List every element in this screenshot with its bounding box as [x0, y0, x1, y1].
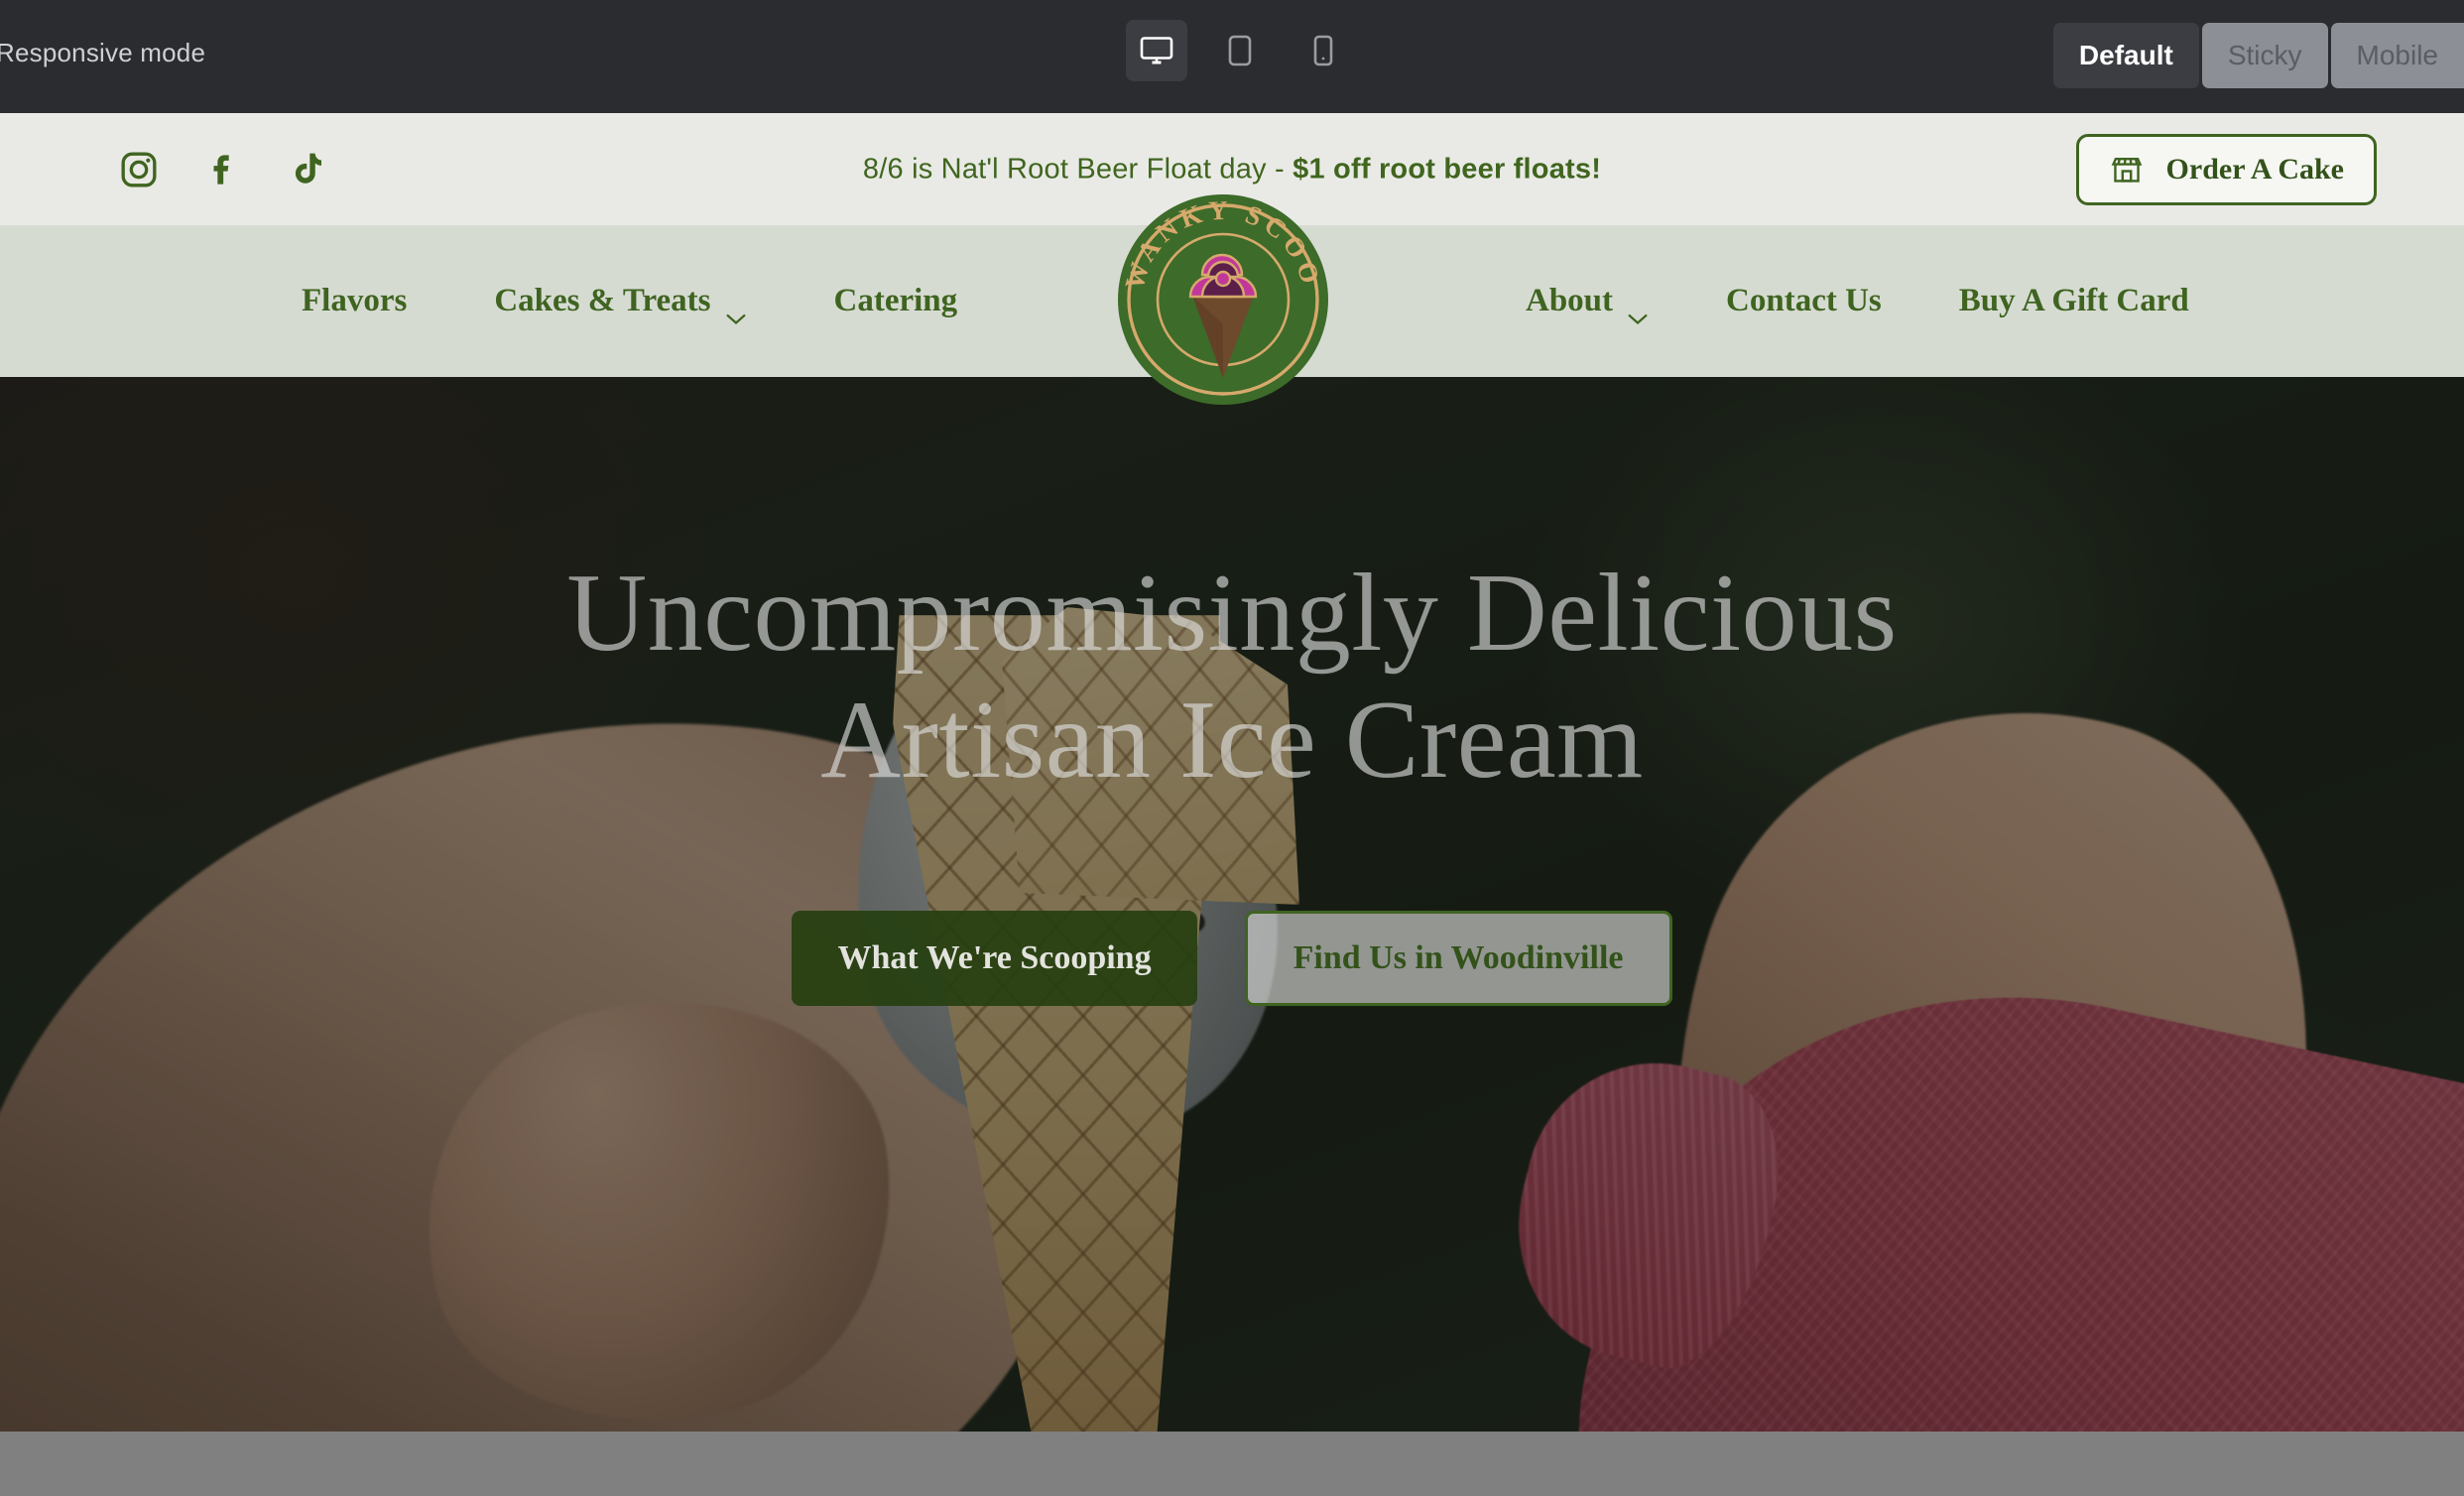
storefront-icon	[2109, 152, 2145, 187]
chevron-down-icon	[725, 298, 747, 324]
mobile-icon	[1313, 35, 1333, 66]
nav-item-cakes-and-treats[interactable]: Cakes & Treats	[494, 273, 746, 329]
nav-item-contact-us[interactable]: Contact Us	[1726, 273, 1882, 329]
find-us-in-woodinville-button[interactable]: Find Us in Woodinville	[1244, 911, 1672, 1007]
nav-left-group: Flavors Cakes & Treats Catering	[302, 273, 1045, 329]
mobile-view-button[interactable]	[1293, 20, 1354, 81]
hero-section: Uncompromisingly Delicious Artisan Ice C…	[0, 377, 2464, 1432]
what-were-scooping-button[interactable]: What We're Scooping	[792, 911, 1197, 1007]
order-a-cake-button[interactable]: Order A Cake	[2075, 133, 2377, 205]
nav-item-label: About	[1526, 283, 1614, 318]
desktop-view-button[interactable]	[1126, 20, 1187, 81]
hero-headline: Uncompromisingly Delicious Artisan Ice C…	[566, 551, 1897, 804]
hero-headline-line-1: Uncompromisingly Delicious	[566, 552, 1898, 675]
nav-item-label: Contact Us	[1726, 283, 1882, 318]
responsive-mode-label: Responsive mode	[0, 38, 206, 67]
nav-item-flavors[interactable]: Flavors	[302, 273, 407, 329]
nav-item-label: Cakes & Treats	[494, 283, 711, 318]
nav-item-about[interactable]: About	[1526, 273, 1649, 329]
announcement-text-bold: $1 off root beer floats!	[1293, 153, 1602, 185]
chevron-down-icon	[1627, 298, 1649, 324]
nav-item-label: Catering	[833, 283, 958, 318]
device-type-switcher	[1126, 20, 1354, 81]
desktop-icon	[1140, 36, 1173, 65]
mode-sticky-button[interactable]: Sticky	[2201, 23, 2328, 88]
site-preview-viewport: 8/6 is Nat'l Root Beer Float day - $1 of…	[0, 113, 2464, 1432]
site-logo[interactable]: SWANKY SCOOP	[1117, 193, 1329, 406]
header-mode-switcher: Default Sticky Mobile	[2052, 23, 2464, 88]
nav-item-label: Flavors	[302, 283, 408, 318]
nav-item-catering[interactable]: Catering	[834, 273, 958, 329]
nav-item-buy-a-gift-card[interactable]: Buy A Gift Card	[1959, 273, 2189, 329]
nav-right-group: About Contact Us Buy A Gift Card	[1526, 273, 2189, 329]
mode-mobile-button[interactable]: Mobile	[2330, 23, 2464, 88]
order-a-cake-label: Order A Cake	[2165, 152, 2344, 186]
hero-cta-group: What We're Scooping Find Us in Woodinvil…	[792, 911, 1672, 1007]
tablet-icon	[1228, 35, 1252, 66]
announcement-text-regular: 8/6 is Nat'l Root Beer Float day -	[862, 153, 1294, 185]
responsive-mode-toolbar: Responsive mode Default Sticky Mobile	[0, 0, 2464, 113]
hero-content: Uncompromisingly Delicious Artisan Ice C…	[0, 377, 2464, 1432]
page-background-below-fold	[0, 1432, 2464, 1496]
hero-headline-line-2: Artisan Ice Cream	[820, 678, 1644, 802]
tablet-view-button[interactable]	[1209, 20, 1271, 81]
mode-default-button[interactable]: Default	[2052, 23, 2199, 88]
nav-item-label: Buy A Gift Card	[1958, 283, 2189, 318]
ice-cream-cone-icon: SWANKY SCOOP	[1117, 193, 1328, 405]
